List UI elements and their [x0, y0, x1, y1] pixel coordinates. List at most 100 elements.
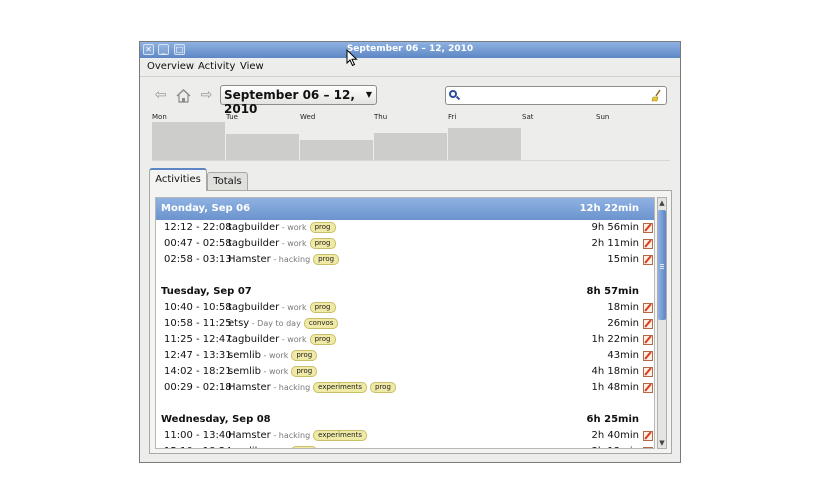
- activity-title: Hamster: [228, 430, 271, 441]
- activity-name: semlib - workprog: [228, 446, 318, 448]
- day-header-total: 8h 57min: [586, 286, 639, 297]
- activity-title: semlib: [228, 366, 262, 377]
- day-label-thu: Thu: [374, 113, 388, 121]
- activity-category: - work: [279, 303, 307, 312]
- activity-duration: 1h 22min: [591, 334, 639, 345]
- activity-row[interactable]: 00:47 - 02:58 tagbuilder - work prog 2h 11m…: [156, 238, 654, 254]
- day-bar-fri[interactable]: [448, 128, 521, 160]
- day-header-total: 6h 25min: [586, 414, 639, 425]
- activity-row[interactable]: 11:25 - 12:47 tagbuilder - work prog 1h 22m…: [156, 334, 654, 350]
- activity-title: tagbuilder: [228, 302, 280, 313]
- day-header[interactable]: Monday, Sep 06 12h 22min: [156, 198, 654, 220]
- activity-title: etsy: [228, 318, 250, 329]
- activity-row[interactable]: 14:02 - 18:21 semlib - work prog 4h 18min: [156, 366, 654, 382]
- activity-title: Hamster: [228, 382, 271, 393]
- activity-title: tagbuilder: [228, 334, 280, 345]
- day-bar-wed[interactable]: [300, 140, 373, 160]
- tab-activities[interactable]: Activities: [149, 168, 207, 191]
- activity-row[interactable]: 15:10 - 18:24semlib - workprog 3h 13min: [156, 446, 654, 448]
- activity-row[interactable]: 12:12 - 22:08 tagbuilder - work prog 9h 56m…: [156, 222, 654, 238]
- activity-name: semlib - workprog: [228, 366, 318, 377]
- title-bar[interactable]: ✕ _ □ September 06 – 12, 2010: [140, 42, 680, 58]
- menu-view[interactable]: View: [240, 61, 264, 72]
- day-label-tue: Tue: [226, 113, 238, 121]
- edit-icon[interactable]: [643, 447, 653, 448]
- activity-row[interactable]: 10:40 - 10:58 tagbuilder - work prog 18min: [156, 302, 654, 318]
- edit-icon[interactable]: [643, 367, 653, 377]
- menu-overview[interactable]: Overview: [147, 61, 194, 72]
- activity-category: - work: [279, 335, 307, 344]
- edit-icon[interactable]: [643, 239, 653, 249]
- activity-category: - work: [261, 447, 289, 448]
- clear-brush-icon[interactable]: [651, 89, 663, 102]
- tag-badge: prog: [291, 366, 318, 377]
- activity-name: tagbuilder - work prog: [228, 334, 336, 345]
- day-bar-tue[interactable]: [226, 134, 299, 160]
- edit-icon[interactable]: [643, 383, 653, 393]
- scroll-down-icon[interactable]: ▼: [658, 438, 666, 448]
- activity-name: etsy - Day to day convos: [228, 318, 339, 329]
- day-bar-mon[interactable]: [152, 122, 225, 160]
- menu-activity[interactable]: Activity: [198, 61, 235, 72]
- activity-title: tagbuilder: [228, 238, 280, 249]
- search-input[interactable]: [445, 86, 667, 105]
- day-label-fri: Fri: [448, 113, 457, 121]
- edit-icon[interactable]: [643, 319, 653, 329]
- edit-icon[interactable]: [643, 303, 653, 313]
- tag-badge: prog: [313, 254, 340, 265]
- menu-bar: Overview Activity View: [140, 58, 680, 77]
- scroll-thumb[interactable]: [658, 210, 666, 320]
- day-bar-thu[interactable]: [374, 133, 447, 160]
- day-header-name: Tuesday, Sep 07: [161, 286, 252, 297]
- activity-row[interactable]: 02:58 - 03:13 Hamster - hacking prog 15min: [156, 254, 654, 270]
- day-header-name: Monday, Sep 06: [161, 203, 251, 214]
- day-header[interactable]: Tuesday, Sep 07 8h 57min: [156, 284, 654, 300]
- activity-row[interactable]: 11:00 - 13:40 Hamster - hacking experiment…: [156, 430, 654, 446]
- activity-time: 00:29 - 02:18: [164, 382, 232, 393]
- tag-badge: prog: [291, 350, 318, 361]
- edit-icon[interactable]: [643, 255, 653, 265]
- activity-row[interactable]: 00:29 - 02:18 Hamster - hacking experiment…: [156, 382, 654, 398]
- tag-badge: prog: [309, 222, 336, 233]
- tag-badge: prog: [370, 382, 396, 393]
- tab-totals[interactable]: Totals: [207, 172, 248, 191]
- activity-name: Hamster - hacking experiments: [228, 430, 368, 441]
- date-range-dropdown[interactable]: September 06 – 12, 2010 ▼: [220, 85, 377, 116]
- day-header[interactable]: Wednesday, Sep 08 6h 25min: [156, 412, 654, 428]
- day-header-total: 12h 22min: [579, 203, 639, 214]
- activity-title: tagbuilder: [228, 222, 280, 233]
- edit-icon[interactable]: [643, 223, 653, 233]
- day-label-wed: Wed: [300, 113, 316, 121]
- activity-name: semlib - workprog: [228, 350, 318, 361]
- tag-badge: prog: [291, 446, 318, 448]
- activity-row[interactable]: 12:47 - 13:31 semlib - work prog 43min: [156, 350, 654, 366]
- edit-icon[interactable]: [643, 351, 653, 361]
- edit-icon[interactable]: [643, 335, 653, 345]
- scroll-up-icon[interactable]: ▲: [658, 198, 666, 208]
- activity-time: 00:47 - 02:58: [164, 238, 232, 249]
- hamster-window: ✕ _ □ September 06 – 12, 2010 Overview A…: [139, 41, 681, 463]
- activity-list[interactable]: Monday, Sep 06 12h 22min 12:12 - 22:08 tagb…: [155, 197, 655, 449]
- tag-badge: convos: [303, 318, 339, 329]
- activity-time: 11:00 - 13:40: [164, 430, 232, 441]
- activity-duration: 18min: [607, 302, 639, 313]
- scrollbar[interactable]: ▲ ▼: [657, 197, 667, 449]
- tag-badge: prog: [309, 238, 336, 249]
- activity-time: 02:58 - 03:13: [164, 254, 232, 265]
- tag-badge: prog: [309, 302, 336, 313]
- activity-name: tagbuilder - work prog: [228, 222, 336, 233]
- arrow-left-icon[interactable]: ⇦: [152, 87, 169, 104]
- activity-duration: 4h 18min: [591, 366, 639, 377]
- home-icon[interactable]: [175, 87, 192, 104]
- activity-duration: 9h 56min: [591, 222, 639, 233]
- activity-category: - work: [261, 367, 289, 376]
- arrow-right-icon[interactable]: ⇨: [198, 87, 215, 104]
- edit-icon[interactable]: [643, 431, 653, 441]
- activity-row[interactable]: 10:58 - 11:25 etsy - Day to day convos 26mi…: [156, 318, 654, 334]
- day-header-name: Wednesday, Sep 08: [161, 414, 271, 425]
- tag-badge: experiments: [313, 430, 368, 441]
- day-label-sat: Sat: [522, 113, 534, 121]
- activity-category: - work: [261, 351, 289, 360]
- activity-name: Hamster - hacking prog: [228, 254, 340, 265]
- window-title: September 06 – 12, 2010: [346, 44, 474, 54]
